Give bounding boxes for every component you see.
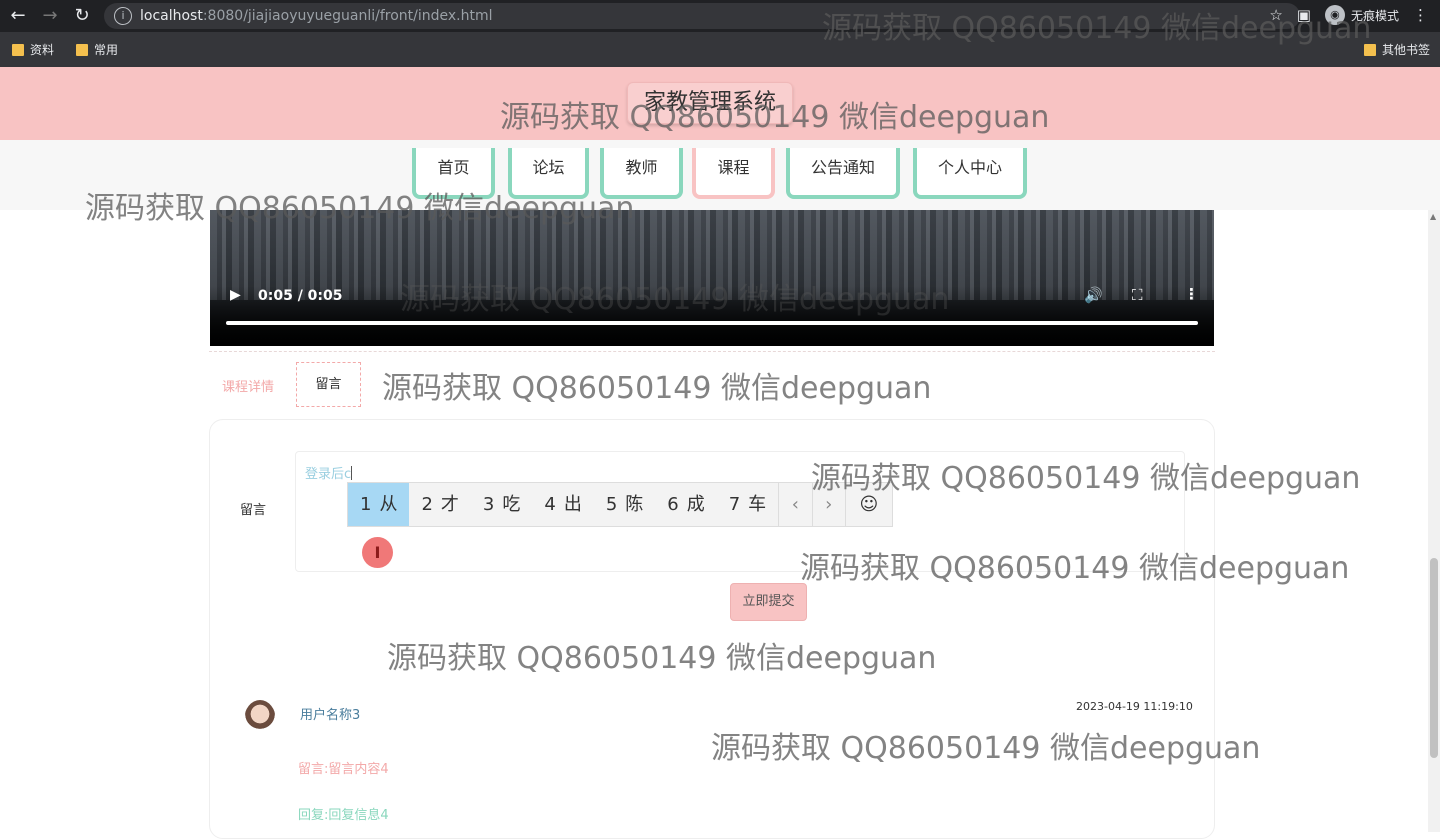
ime-prev-icon[interactable]: ‹ bbox=[778, 483, 811, 526]
text-cursor-icon: I bbox=[362, 537, 393, 568]
tab-course-detail[interactable]: 课程详情 bbox=[222, 376, 274, 395]
incognito-icon: ◉ bbox=[1324, 5, 1345, 25]
video-time: 0:05 / 0:05 bbox=[258, 288, 343, 304]
tab-message[interactable]: 留言 bbox=[296, 362, 361, 407]
more-options-icon[interactable]: ⋮ bbox=[1184, 285, 1199, 303]
sidepanel-icon[interactable]: ▣ bbox=[1297, 6, 1311, 24]
incognito-label: 无痕模式 bbox=[1350, 8, 1399, 23]
ime-candidate[interactable]: 1从 bbox=[348, 483, 410, 526]
folder-icon bbox=[76, 43, 88, 56]
play-icon[interactable]: ▶ bbox=[230, 287, 241, 303]
folder-icon bbox=[1364, 43, 1376, 56]
nav-forum[interactable]: 论坛 bbox=[508, 148, 589, 199]
scroll-up-icon[interactable]: ▲ bbox=[1430, 212, 1436, 221]
course-video[interactable]: ▶ 0:05 / 0:05 🔊 ⛶ ⋮ bbox=[210, 210, 1214, 346]
site-title: 家教管理系统 bbox=[627, 82, 793, 124]
ime-next-icon[interactable]: › bbox=[811, 483, 845, 526]
bookmark-folder[interactable]: 常用 bbox=[76, 41, 118, 58]
nav-notice[interactable]: 公告通知 bbox=[786, 148, 900, 199]
nav-home[interactable]: 首页 bbox=[412, 148, 495, 199]
video-controls bbox=[210, 286, 1214, 346]
star-icon[interactable]: ☆ bbox=[1269, 6, 1282, 24]
volume-icon[interactable]: 🔊 bbox=[1084, 286, 1103, 304]
page-scrollbar[interactable]: ▲ bbox=[1428, 210, 1440, 832]
ime-candidate[interactable]: 3吃 bbox=[471, 483, 532, 526]
scroll-thumb[interactable] bbox=[1430, 558, 1438, 758]
nav-course[interactable]: 课程 bbox=[692, 148, 775, 199]
address-bar[interactable]: i localhost:8080/jiajiaoyuyueguanli/fron… bbox=[104, 3, 1300, 29]
ime-candidate[interactable]: 4出 bbox=[532, 483, 593, 526]
comment-reply: 回复:回复信息4 bbox=[298, 808, 389, 823]
ime-candidate[interactable]: 7车 bbox=[717, 483, 778, 526]
comment-username: 用户名称3 bbox=[300, 708, 361, 723]
info-icon[interactable]: i bbox=[114, 7, 132, 25]
fullscreen-icon[interactable]: ⛶ bbox=[1132, 286, 1143, 304]
nav-teacher[interactable]: 教师 bbox=[600, 148, 683, 199]
ime-candidate[interactable]: 6成 bbox=[655, 483, 716, 526]
nav-profile[interactable]: 个人中心 bbox=[913, 148, 1027, 199]
back-icon[interactable]: ← bbox=[6, 4, 30, 28]
ime-candidate-bar[interactable]: 1从 2才 3吃 4出 5陈 6成 7车 ‹ › ☺ bbox=[347, 482, 893, 527]
ime-candidate[interactable]: 2才 bbox=[409, 483, 470, 526]
url-text[interactable]: localhost:8080/jiajiaoyuyueguanli/front/… bbox=[140, 8, 493, 24]
other-bookmarks[interactable]: 其他书签 bbox=[1364, 41, 1430, 58]
comment-time: 2023-04-19 11:19:10 bbox=[1076, 700, 1193, 713]
bookmark-folder[interactable]: 资料 bbox=[12, 41, 54, 58]
comment-content: 留言:留言内容4 bbox=[298, 762, 389, 777]
reload-icon[interactable]: ↻ bbox=[70, 4, 94, 28]
bookmarks-bar: 资料 常用 其他书签 bbox=[0, 32, 1440, 67]
submit-button[interactable]: 立即提交 bbox=[730, 583, 807, 621]
menu-icon[interactable]: ⋮ bbox=[1413, 6, 1428, 24]
avatar bbox=[244, 700, 276, 740]
ime-candidate[interactable]: 5陈 bbox=[594, 483, 655, 526]
divider bbox=[209, 351, 1215, 352]
message-label: 留言 bbox=[240, 503, 267, 518]
watermark: 源码获取 QQ86050149 微信deepguan bbox=[382, 371, 932, 406]
folder-icon bbox=[12, 43, 24, 56]
browser-toolbar: ← → ↻ i localhost:8080/jiajiaoyuyueguanl… bbox=[0, 0, 1440, 32]
text-caret bbox=[351, 466, 353, 480]
forward-icon[interactable]: → bbox=[38, 4, 62, 28]
incognito-indicator[interactable]: ◉ 无痕模式 bbox=[1324, 5, 1399, 25]
ime-emoji-icon[interactable]: ☺ bbox=[844, 483, 892, 526]
video-progress-bar[interactable] bbox=[226, 321, 1198, 325]
message-input-text[interactable]: 登录后c bbox=[305, 463, 353, 482]
